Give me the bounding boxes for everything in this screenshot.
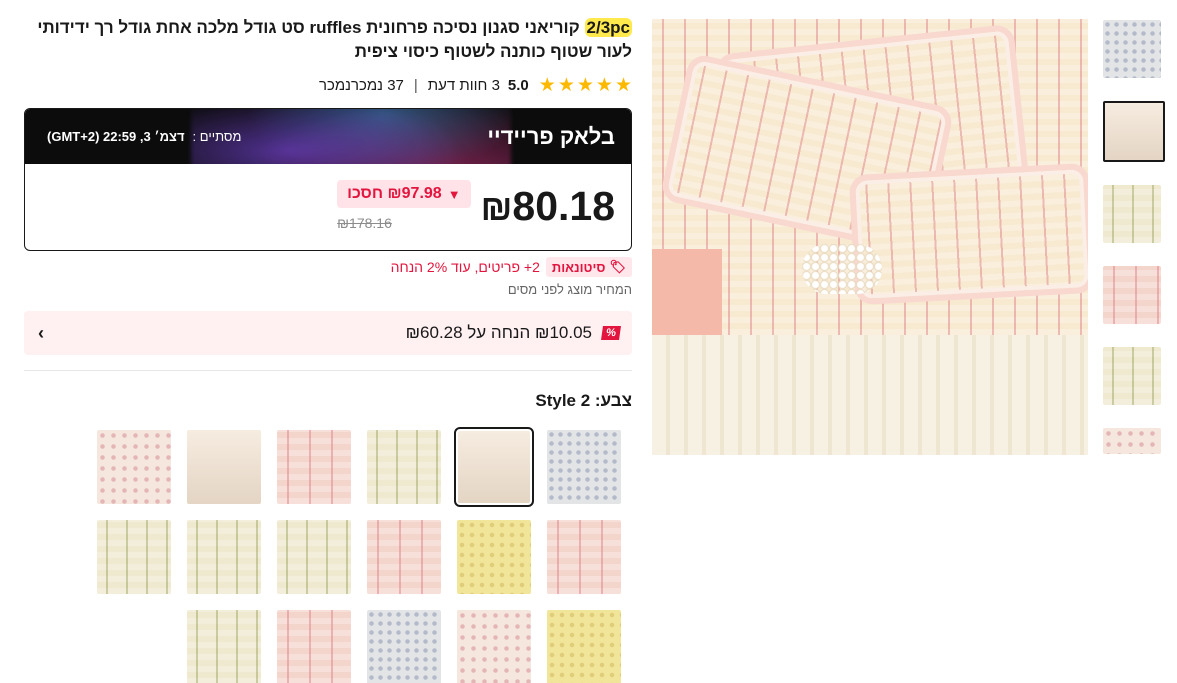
price-value: 80.18	[512, 183, 615, 229]
wholesale-tag-label: סיטונאות	[551, 259, 606, 275]
pillow-right	[848, 162, 1088, 306]
rating-score: 5.0	[507, 76, 529, 94]
deal-price-area: ₪80.18 ▼ ₪97.98 חסכו ₪178.16	[25, 164, 631, 250]
product-info: 2/3pc קוריאני סגנון נסיכה פרחונית ruffle…	[24, 16, 632, 411]
color-swatch-selected[interactable]	[454, 427, 534, 507]
thumbnail-3[interactable]	[1103, 185, 1161, 243]
savings-badge: ▼ ₪97.98 חסכו	[337, 180, 471, 208]
star-icon: ★	[557, 74, 575, 96]
thumbnail-5[interactable]	[1103, 347, 1161, 405]
color-swatch[interactable]	[367, 430, 441, 504]
rating-separator: |	[413, 76, 418, 94]
savings: ▼ ₪97.98 חסכו ₪178.16	[337, 180, 471, 231]
deal-ends-label: מסתיים :	[192, 129, 242, 144]
deal-countdown: מסתיים : דצמ׳ 3, 22:59 (GMT+2)	[47, 129, 241, 144]
current-price: ₪80.18	[481, 178, 615, 236]
color-selector-label: צבע: Style 2	[24, 391, 632, 411]
rating-row: ★ ★ ★ ★ ★ 5.0 3 חוות דעת | 37 נמכרנמכר	[24, 74, 632, 96]
main-product-image[interactable]	[652, 19, 1088, 455]
discount-text: ₪10.05 הנחה על ₪60.28	[405, 323, 592, 342]
color-swatch[interactable]	[187, 430, 261, 504]
color-swatch[interactable]	[187, 610, 261, 683]
savings-text: ₪97.98 חסכו	[347, 185, 442, 202]
star-icon: ★	[538, 74, 556, 96]
tag-icon: 🏷	[609, 259, 626, 274]
original-price: ₪178.16	[337, 215, 392, 231]
color-swatch[interactable]	[97, 430, 171, 504]
color-swatch[interactable]	[547, 610, 621, 683]
color-swatch[interactable]	[367, 520, 441, 594]
thumbnail-4[interactable]	[1103, 266, 1161, 324]
color-swatch[interactable]	[187, 520, 261, 594]
wholesale-tag: 🏷 סיטונאות	[545, 257, 632, 277]
pearl-decor	[802, 244, 882, 294]
down-arrow-icon: ▼	[447, 186, 461, 202]
star-rating[interactable]: ★ ★ ★ ★ ★	[539, 76, 632, 95]
deal-box: בלאק פריידיי מסתיים : דצמ׳ 3, 22:59 (GMT…	[24, 108, 632, 251]
color-swatch[interactable]	[367, 610, 441, 683]
sold-count: 37 נמכרנמכר	[318, 76, 404, 94]
currency-symbol: ₪	[480, 187, 513, 228]
thumbnail-1[interactable]	[1103, 20, 1161, 78]
bed-skirt	[652, 335, 1088, 455]
discount-content: % ₪10.05 הנחה על ₪60.28	[405, 323, 621, 343]
wholesale-text: 2+ פריטים, עוד 2% הנחה	[390, 259, 540, 275]
deal-header: בלאק פריידיי מסתיים : דצמ׳ 3, 22:59 (GMT…	[25, 109, 631, 164]
color-swatch[interactable]	[277, 520, 351, 594]
thumbnail-strip	[1103, 20, 1165, 477]
color-swatch[interactable]	[277, 430, 351, 504]
color-swatch-grid	[95, 427, 621, 683]
tax-note: המחיר מוצג לפני מסים	[507, 282, 632, 297]
color-swatch[interactable]	[547, 430, 621, 504]
product-title: 2/3pc קוריאני סגנון נסיכה פרחונית ruffle…	[24, 16, 632, 64]
color-swatch[interactable]	[457, 610, 531, 683]
percent-icon: %	[601, 326, 621, 340]
title-text: קוריאני סגנון נסיכה פרחונית ruffles סט ג…	[37, 18, 632, 61]
color-label: צבע:	[594, 391, 632, 410]
color-swatch[interactable]	[547, 520, 621, 594]
discount-banner[interactable]: % ₪10.05 הנחה על ₪60.28 ›	[24, 311, 632, 355]
color-swatch[interactable]	[97, 520, 171, 594]
divider	[24, 370, 632, 371]
star-icon: ★	[576, 74, 594, 96]
chevron-left-icon[interactable]: ›	[38, 323, 44, 344]
title-highlight: 2/3pc	[584, 18, 632, 37]
reviews-link[interactable]: 3 חוות דעת	[428, 77, 500, 94]
wholesale-offer: 🏷 סיטונאות 2+ פריטים, עוד 2% הנחה	[24, 257, 632, 277]
star-icon: ★	[595, 74, 613, 96]
deal-label: בלאק פריידיי	[487, 123, 615, 149]
thumbnail-6[interactable]	[1103, 428, 1161, 454]
thumbnail-2[interactable]	[1103, 101, 1165, 162]
color-swatch[interactable]	[457, 520, 531, 594]
color-swatch[interactable]	[277, 610, 351, 683]
deal-ends-value: דצמ׳ 3, 22:59 (GMT+2)	[47, 129, 185, 144]
star-icon: ★	[614, 74, 632, 96]
selected-color: Style 2	[535, 391, 591, 410]
